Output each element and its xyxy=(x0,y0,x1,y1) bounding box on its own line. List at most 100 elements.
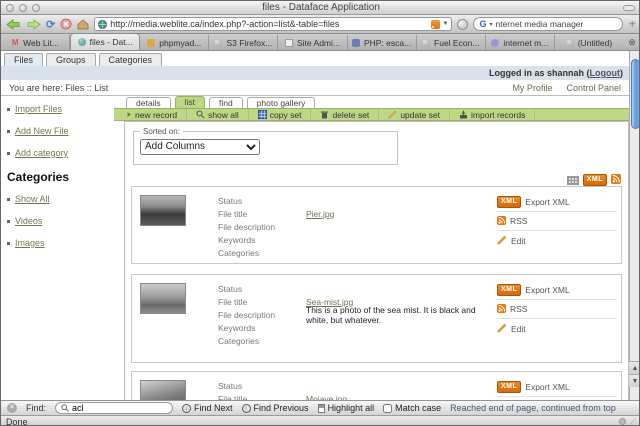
close-findbar-button[interactable]: ✕ xyxy=(7,403,17,413)
window-titlebar: files - Dataface Application xyxy=(1,1,639,15)
tab-files[interactable]: Files xyxy=(4,53,44,66)
match-case-toggle[interactable]: Match case xyxy=(383,403,441,413)
browser-tab[interactable]: Site Admi... xyxy=(278,35,348,50)
file-title-link[interactable]: Pier.jpg xyxy=(306,209,334,219)
bullet-icon xyxy=(7,219,10,223)
find-field xyxy=(55,402,174,414)
globe-gray-icon xyxy=(214,38,223,47)
browser-tab[interactable]: phpmyad... xyxy=(140,35,210,50)
sidebar-show-all[interactable]: Show All xyxy=(15,194,50,204)
trash-icon xyxy=(320,110,329,119)
sidebar-add-category[interactable]: Add category xyxy=(15,148,68,158)
gmail-icon: M xyxy=(11,37,19,47)
file-thumbnail[interactable] xyxy=(140,380,186,400)
close-tab-button[interactable]: ⊗ xyxy=(623,35,639,50)
reload-button[interactable]: ⟳ xyxy=(46,18,55,31)
page-content: Files Groups Categories Logged in as sha… xyxy=(1,51,639,400)
categories-heading: Categories xyxy=(7,170,70,184)
record-list-panel: Sorted on: Add Columns XML Status File t… xyxy=(124,121,629,400)
find-label: Find: xyxy=(26,403,47,413)
file-thumbnail[interactable] xyxy=(140,195,186,226)
sidebar-add-new-file[interactable]: Add New File xyxy=(15,126,69,136)
browser-tab[interactable]: (Untitled) xyxy=(555,35,623,50)
search-field: G ▾ xyxy=(473,17,624,31)
scroll-up-arrow[interactable]: ▲ xyxy=(629,361,639,374)
rss-feed-icon[interactable] xyxy=(430,19,440,29)
bullet-icon xyxy=(7,197,10,201)
toolbar-toggle-pill[interactable] xyxy=(623,5,635,11)
find-status-text: Reached end of page, continued from top xyxy=(450,403,616,413)
web-search-input[interactable] xyxy=(495,19,604,29)
sidebar-videos[interactable]: Videos xyxy=(15,216,42,226)
browser-tab[interactable]: M Web Lit... xyxy=(1,35,71,50)
back-button[interactable] xyxy=(6,18,21,30)
rss-link[interactable]: RSS xyxy=(510,216,527,226)
control-panel-link[interactable]: Control Panel xyxy=(566,83,621,93)
tab-groups[interactable]: Groups xyxy=(46,53,96,66)
rss-link[interactable]: RSS xyxy=(510,304,527,314)
find-next-button[interactable]: ↓ Find Next xyxy=(182,403,233,413)
edit-link[interactable]: Edit xyxy=(511,324,526,334)
sidebar-import-files[interactable]: Import Files xyxy=(15,104,62,114)
show-all-button[interactable]: show all xyxy=(187,109,249,120)
magnifier-icon xyxy=(61,404,69,412)
tab-categories[interactable]: Categories xyxy=(98,53,163,66)
resize-grip-icon[interactable]: ⟋ xyxy=(630,417,636,426)
arrow-up-circle-icon: ↑ xyxy=(241,403,251,413)
url-input[interactable] xyxy=(110,19,428,29)
import-icon xyxy=(459,110,468,119)
browser-tab-active[interactable]: files - Dat... xyxy=(70,33,141,50)
xml-export-icon: XML xyxy=(497,284,522,296)
browser-tabbar: M Web Lit... files - Dat... phpmyad... S3… xyxy=(1,33,639,51)
find-previous-button[interactable]: ↑ Find Previous xyxy=(241,403,309,413)
record-row: Status File titleMojave.jpg File descrip… xyxy=(131,371,622,400)
table-view-icon[interactable] xyxy=(566,175,579,185)
xml-export-icon: XML xyxy=(497,381,522,393)
forward-button[interactable] xyxy=(26,18,41,30)
stop-button[interactable] xyxy=(60,18,72,30)
scroll-down-arrow[interactable]: ▼ xyxy=(629,374,639,387)
export-xml-link[interactable]: Export XML xyxy=(525,285,569,295)
sidebar-images[interactable]: Images xyxy=(15,238,45,248)
globe-teal-icon xyxy=(77,38,86,46)
import-records-button[interactable]: import records xyxy=(450,109,536,120)
edit-link[interactable]: Edit xyxy=(511,236,526,246)
export-xml-link[interactable]: Export XML xyxy=(525,382,569,392)
match-case-checkbox[interactable] xyxy=(383,403,393,413)
delete-set-button[interactable]: delete set xyxy=(311,109,380,120)
document-icon xyxy=(284,38,293,47)
add-columns-select[interactable]: Add Columns xyxy=(140,138,260,155)
rss-icon xyxy=(497,303,506,315)
logout-link[interactable]: Logout xyxy=(590,68,621,78)
bullet-icon xyxy=(7,107,10,111)
xml-export-icon: XML xyxy=(497,196,522,208)
toolbar-extra-icon[interactable]: ✳ xyxy=(628,19,636,30)
file-thumbnail[interactable] xyxy=(140,283,186,314)
go-button[interactable] xyxy=(457,18,469,30)
globe-gray-icon xyxy=(565,38,574,47)
my-profile-link[interactable]: My Profile xyxy=(512,83,552,93)
browser-tab[interactable]: PHP: esca... xyxy=(348,35,417,50)
browser-tab[interactable]: internet m... xyxy=(486,35,555,50)
home-button[interactable] xyxy=(77,18,89,30)
vertical-scrollbar[interactable]: ▲ ▼ xyxy=(629,51,639,400)
copy-set-button[interactable]: copy set xyxy=(249,109,312,120)
browser-toolbar: ⟳ ▼ G ▾ ✳ xyxy=(1,15,639,34)
find-input[interactable] xyxy=(72,403,158,413)
status-text: Done xyxy=(6,416,28,426)
url-dropdown-caret[interactable]: ▼ xyxy=(443,21,449,27)
xml-export-icon[interactable]: XML xyxy=(582,174,607,186)
google-icon: G xyxy=(479,18,487,29)
browser-tab[interactable]: Fuel Econ... xyxy=(417,35,486,50)
find-toolbar: ✕ Find: ↓Find Next ↑Find Previous Highli… xyxy=(1,400,639,415)
export-xml-link[interactable]: Export XML xyxy=(525,197,569,207)
search-engine-caret[interactable]: ▾ xyxy=(489,21,492,28)
pencil-icon xyxy=(388,110,397,119)
new-record-button[interactable]: new record xyxy=(114,109,188,120)
browser-tab[interactable]: S3 Firefox... xyxy=(209,35,279,50)
update-set-button[interactable]: update set xyxy=(379,109,451,120)
url-field: ▼ xyxy=(94,17,453,31)
scrollbar-thumb[interactable] xyxy=(631,59,639,129)
sorted-on-label: Sorted on: xyxy=(143,127,180,136)
highlight-all-button[interactable]: Highlight all xyxy=(317,403,374,413)
